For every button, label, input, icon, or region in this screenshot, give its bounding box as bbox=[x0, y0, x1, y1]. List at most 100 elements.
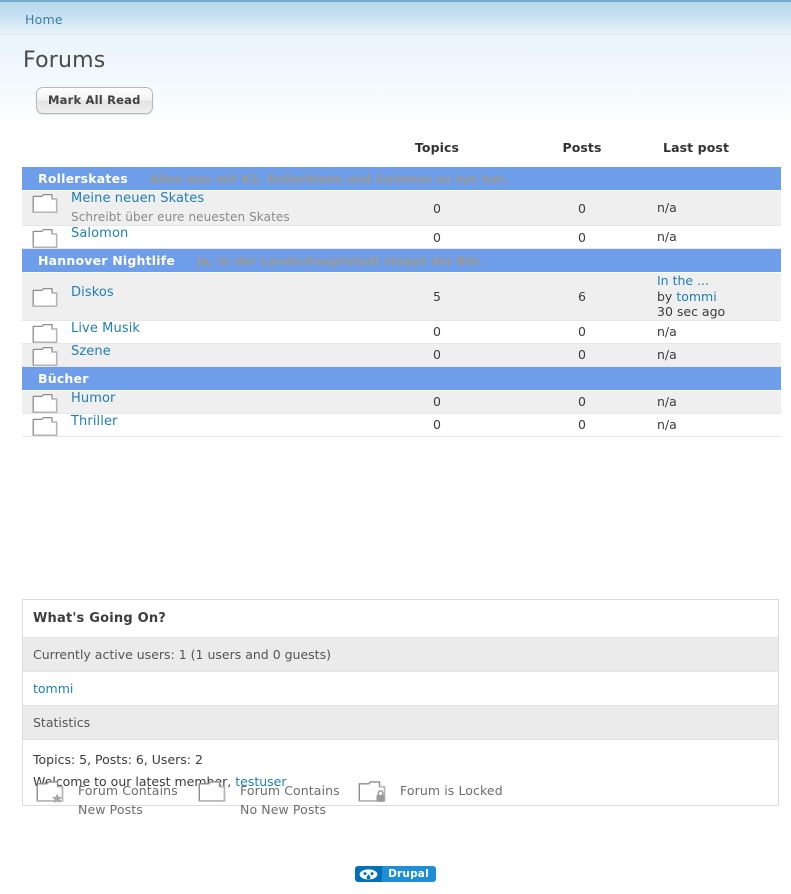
forum-section-header-cell: Rollerskates Alles was mit K2, Rollerblad… bbox=[22, 167, 781, 191]
whats-going-on-panel: What's Going On? Currently active users:… bbox=[22, 599, 779, 806]
forum-row: Humor 0 0 n/a bbox=[22, 390, 781, 414]
forum-posts-count: 0 bbox=[507, 413, 657, 437]
last-post-time: 30 sec ago bbox=[657, 304, 726, 319]
last-post-by-label: by bbox=[657, 288, 673, 304]
forum-topics-count: 0 bbox=[367, 225, 507, 249]
forum-name-cell: Thriller bbox=[22, 413, 367, 437]
forum-link[interactable]: Humor bbox=[71, 391, 115, 406]
forum-name-cell: Salomon bbox=[22, 225, 367, 249]
column-header-last-post: Last post bbox=[663, 140, 730, 155]
forum-last-post-cell: n/a bbox=[657, 320, 781, 344]
last-post-none: n/a bbox=[657, 393, 677, 409]
forum-last-post-cell: n/a bbox=[657, 343, 781, 367]
forum-last-post-cell: n/a bbox=[657, 413, 781, 437]
forum-section-description: Ja, in der Landeshauptstadt steppt der B… bbox=[197, 254, 483, 268]
forum-name-cell: Meine neuen Skates Schreibt über eure neu… bbox=[22, 190, 367, 226]
forum-link[interactable]: Thriller bbox=[71, 414, 118, 429]
folder-lock-icon bbox=[358, 780, 388, 806]
legend-label-line2: New Posts bbox=[78, 802, 143, 817]
forum-section-header-cell: Hannover Nightlife Ja, in der Landeshaupt… bbox=[22, 248, 781, 273]
forum-topics-count: 0 bbox=[367, 413, 507, 437]
last-post-none: n/a bbox=[657, 346, 677, 362]
last-post-author-link[interactable]: tommi bbox=[676, 289, 716, 304]
footer: Drupal bbox=[0, 866, 791, 882]
forum-link[interactable]: Meine neuen Skates bbox=[71, 191, 290, 206]
drupal-badge-link[interactable]: Drupal bbox=[355, 866, 436, 882]
last-post-none: n/a bbox=[657, 200, 677, 216]
forum-section-header-row: Hannover Nightlife Ja, in der Landeshaupt… bbox=[22, 248, 781, 273]
folder-star-icon bbox=[36, 780, 66, 806]
forum-list: Topics Posts Last post Rollerskates Alles… bbox=[22, 140, 781, 437]
legend-item: Forum is Locked bbox=[358, 780, 503, 819]
legend-item: Forum Contains New Posts bbox=[36, 780, 198, 819]
forum-row: Live Musik 0 0 n/a bbox=[22, 320, 781, 344]
active-user-link[interactable]: tommi bbox=[33, 681, 73, 696]
folder-icon bbox=[32, 228, 58, 248]
forum-icon-legend: Forum Contains New Posts Forum Contains No … bbox=[36, 780, 636, 819]
forum-table: Topics Posts Last post Rollerskates Alles… bbox=[22, 140, 781, 437]
active-users-line: Currently active users: 1 (1 users and 0… bbox=[23, 638, 778, 672]
whats-going-on-heading: What's Going On? bbox=[23, 600, 778, 638]
folder-icon bbox=[32, 287, 58, 308]
drupal-wordmark: Drupal bbox=[382, 866, 436, 882]
forum-last-post-cell: n/a bbox=[657, 190, 781, 226]
statistics-heading: Statistics bbox=[23, 706, 778, 740]
folder-icon bbox=[32, 193, 58, 213]
page-title: Forums bbox=[23, 48, 106, 73]
drupal-drop-icon bbox=[355, 866, 383, 882]
forum-name-cell: Humor bbox=[22, 390, 367, 414]
forum-section-header-cell: Bücher bbox=[22, 366, 781, 391]
column-header-posts: Posts bbox=[562, 140, 602, 155]
forum-row: Thriller 0 0 n/a bbox=[22, 413, 781, 437]
forum-name-cell: Live Musik bbox=[22, 320, 367, 344]
forum-link[interactable]: Szene bbox=[71, 344, 111, 359]
legend-label-line2: No New Posts bbox=[240, 802, 327, 817]
column-header-topics: Topics bbox=[414, 140, 460, 155]
legend-item: Forum Contains No New Posts bbox=[198, 780, 358, 819]
breadcrumb-bar: Home bbox=[0, 0, 791, 35]
forum-name-cell: Diskos bbox=[22, 272, 367, 321]
forum-topics-count: 0 bbox=[367, 390, 507, 414]
forum-section-header-row: Rollerskates Alles was mit K2, Rollerblad… bbox=[22, 167, 781, 191]
last-post-title-link[interactable]: In the ... bbox=[657, 273, 709, 288]
forum-row: Meine neuen Skates Schreibt über eure neu… bbox=[22, 190, 781, 226]
forum-link[interactable]: Diskos bbox=[71, 285, 114, 300]
forum-topics-count: 5 bbox=[367, 272, 507, 321]
last-post-none: n/a bbox=[657, 323, 677, 339]
forum-posts-count: 0 bbox=[507, 190, 657, 226]
forum-posts-count: 0 bbox=[507, 225, 657, 249]
folder-icon bbox=[198, 780, 228, 806]
forum-posts-count: 6 bbox=[507, 272, 657, 321]
forum-row: Diskos 5 6 In the ... by tommi 30 sec ago bbox=[22, 272, 781, 321]
forum-topics-count: 0 bbox=[367, 343, 507, 367]
forum-last-post-cell: In the ... by tommi 30 sec ago bbox=[657, 272, 781, 321]
forum-section-title: Bücher bbox=[38, 370, 89, 386]
forum-posts-count: 0 bbox=[507, 320, 657, 344]
last-post-none: n/a bbox=[657, 416, 677, 432]
folder-icon bbox=[32, 346, 58, 366]
last-post-none: n/a bbox=[657, 229, 677, 245]
forum-section-description: Alles was mit K2, Rollerblade und Salomo… bbox=[149, 172, 508, 186]
folder-icon bbox=[32, 416, 58, 436]
mark-all-read-button[interactable]: Mark All Read bbox=[36, 87, 153, 114]
folder-icon bbox=[32, 323, 58, 343]
folder-icon bbox=[32, 393, 58, 413]
forum-description: Schreibt über eure neuesten Skates bbox=[71, 210, 290, 224]
column-header-forum bbox=[22, 140, 367, 167]
forum-link[interactable]: Salomon bbox=[71, 226, 128, 241]
statistics-counts: Topics: 5, Posts: 6, Users: 2 bbox=[33, 752, 203, 767]
forum-last-post-cell: n/a bbox=[657, 225, 781, 249]
forum-row: Salomon 0 0 n/a bbox=[22, 225, 781, 249]
forum-row: Szene 0 0 n/a bbox=[22, 343, 781, 367]
forum-table-header-row: Topics Posts Last post bbox=[22, 140, 781, 167]
forum-link[interactable]: Live Musik bbox=[71, 321, 140, 336]
legend-label-line1: Forum is Locked bbox=[400, 783, 503, 798]
forum-topics-count: 0 bbox=[367, 320, 507, 344]
forum-name-cell: Szene bbox=[22, 343, 367, 367]
forum-table-body: Rollerskates Alles was mit K2, Rollerblad… bbox=[22, 167, 781, 437]
forum-posts-count: 0 bbox=[507, 343, 657, 367]
forum-section-header-row: Bücher bbox=[22, 366, 781, 391]
forum-section-title: Hannover Nightlife bbox=[38, 253, 176, 268]
breadcrumb-home-link[interactable]: Home bbox=[25, 12, 63, 27]
forum-section-title: Rollerskates bbox=[38, 171, 128, 186]
